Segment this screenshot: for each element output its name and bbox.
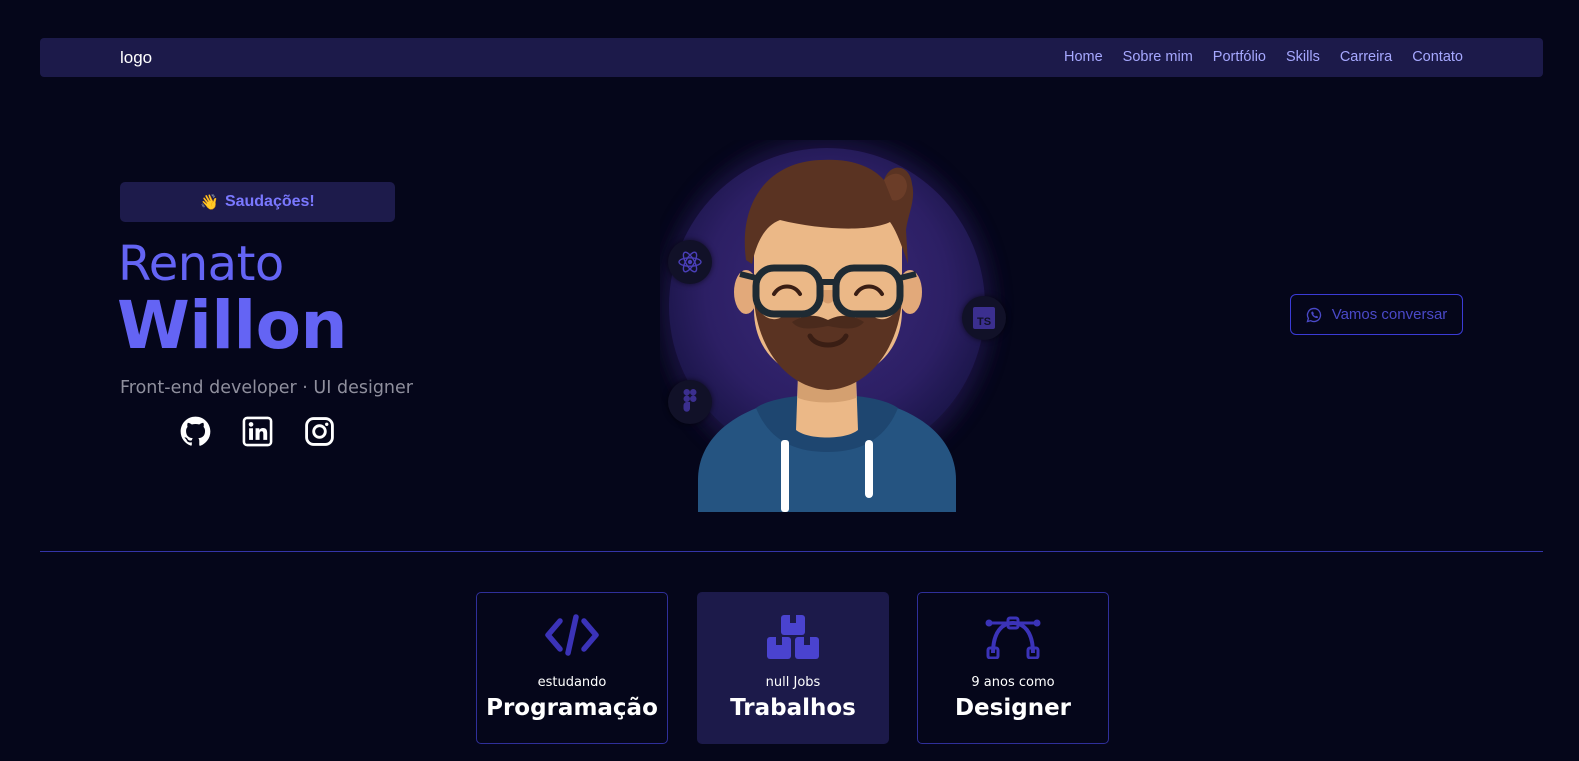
info-card-programacao: estudando Programação	[476, 592, 668, 744]
github-icon[interactable]	[180, 416, 211, 447]
nav-link-home[interactable]: Home	[1064, 49, 1103, 65]
nav-link-skills[interactable]: Skills	[1286, 49, 1320, 65]
figma-icon	[668, 380, 712, 424]
last-name: Willon	[117, 287, 348, 364]
waving-hand-icon: 👋	[200, 194, 219, 211]
greeting-badge: 👋 Saudações!	[120, 182, 395, 222]
greeting-text: Saudações!	[224, 193, 315, 210]
info-card-designer: 9 anos como Designer	[917, 592, 1109, 744]
bezier-icon	[985, 616, 1041, 659]
nav-link-contato[interactable]: Contato	[1412, 49, 1463, 65]
first-name: Renato	[118, 236, 284, 292]
info-card-trabalhos: null Jobs Trabalhos	[697, 592, 889, 744]
lets-talk-label: Vamos conversar	[1331, 306, 1448, 323]
nav-link-sobre-mim[interactable]: Sobre mim	[1123, 49, 1193, 65]
code-icon	[545, 614, 599, 656]
section-divider	[40, 551, 1543, 552]
card-title: Designer	[954, 695, 1072, 721]
card-subtitle: estudando	[537, 675, 607, 690]
boxes-icon	[767, 615, 819, 659]
whatsapp-icon	[1306, 307, 1321, 322]
nav-link-portfolio[interactable]: Portfólio	[1213, 49, 1266, 65]
card-title: Trabalhos	[730, 695, 856, 721]
logo[interactable]: logo	[120, 48, 152, 68]
navbar: logo Home Sobre mim Portfólio Skills Car…	[40, 38, 1543, 77]
linkedin-icon[interactable]	[242, 416, 273, 447]
typescript-icon: TS	[962, 296, 1006, 340]
react-icon	[668, 240, 712, 284]
instagram-icon[interactable]	[304, 416, 335, 447]
avatar-illustration: TS	[660, 138, 1020, 512]
lets-talk-button[interactable]: Vamos conversar	[1290, 294, 1463, 335]
nav-link-carreira[interactable]: Carreira	[1340, 49, 1392, 65]
svg-text:TS: TS	[977, 316, 991, 328]
card-subtitle: null Jobs	[765, 675, 821, 690]
card-subtitle: 9 anos como	[971, 675, 1055, 690]
social-links	[180, 416, 335, 447]
nav-links: Home Sobre mim Portfólio Skills Carreira…	[1064, 49, 1463, 65]
card-title: Programação	[486, 695, 658, 721]
role-subtitle: Front-end developer · UI designer	[120, 378, 413, 398]
